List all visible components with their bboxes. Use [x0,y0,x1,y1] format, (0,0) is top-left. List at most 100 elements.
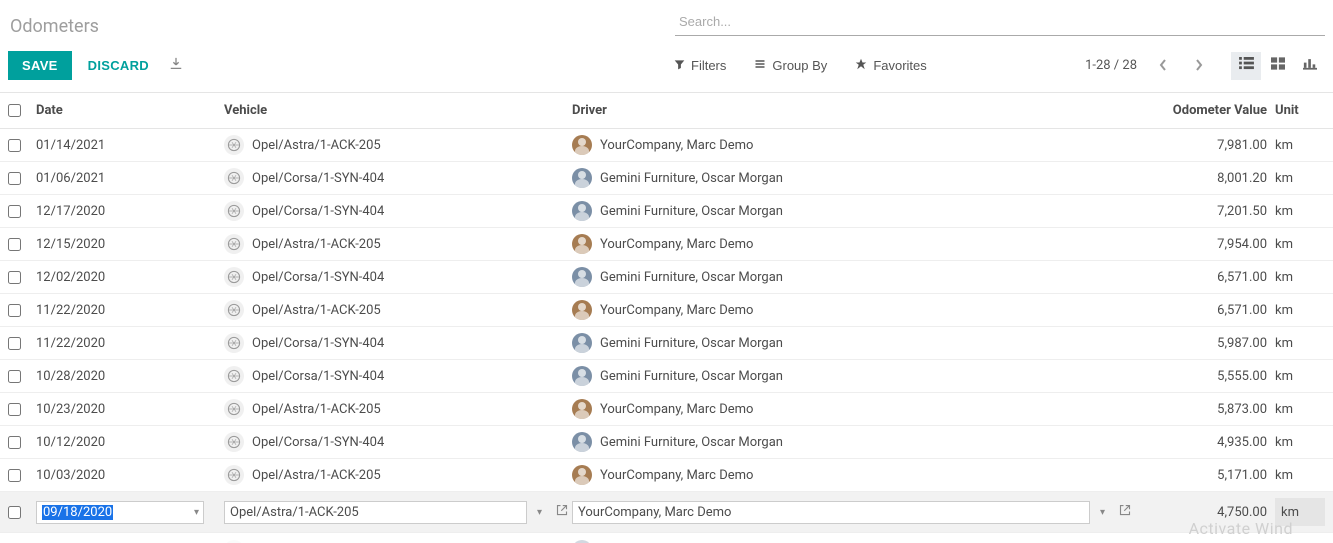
vehicle-name: Opel/Astra/1-ACK-205 [252,237,381,252]
odometer-value: 7,981.00 [1135,138,1275,153]
driver-name: Gemini Furniture, Oscar Morgan [600,369,783,384]
discard-button[interactable]: DISCARD [88,58,149,73]
row-checkbox[interactable] [8,172,21,185]
chevron-down-icon[interactable]: ▾ [533,507,546,518]
driver-name: Gemini Furniture, Oscar Morgan [600,435,783,450]
table-row[interactable]: 10/03/2020Opel/Astra/1-ACK-205YourCompan… [0,459,1333,492]
brand-icon [224,135,244,155]
table-row[interactable]: 10/28/2020 Opel/Corsa/1-SYN-404 Gemini Fur… [0,360,1333,393]
row-checkbox[interactable] [8,370,21,383]
odometer-value: 8,001.20 [1135,171,1275,186]
vehicle-name: Opel/Astra/1-ACK-205 [252,402,381,417]
row-checkbox[interactable] [8,436,21,449]
column-odometer[interactable]: Odometer Value [1135,103,1275,118]
odometer-value: 5,171.00 [1135,468,1275,483]
column-driver[interactable]: Driver [572,103,1135,118]
date-cell: 12/02/2020 [36,270,224,285]
prev-page-button[interactable] [1149,52,1177,80]
brand-icon [224,201,244,221]
row-checkbox[interactable] [8,271,21,284]
date-cell: 12/15/2020 [36,237,224,252]
table-row[interactable]: 10/12/2020Opel/Corsa/1-SYN-404Gemini Fur… [0,426,1333,459]
avatar [572,399,592,419]
driver-input[interactable]: YourCompany, Marc Demo [572,501,1090,524]
driver-name: Gemini Furniture, Oscar Morgan [600,336,783,351]
external-link-icon[interactable] [552,504,572,520]
unit-cell: km [1275,237,1325,252]
brand-icon [224,333,244,353]
date-cell: 10/03/2020 [36,468,224,483]
brand-icon [224,540,244,543]
unit-cell: km [1275,270,1325,285]
driver-name: YourCompany, Marc Demo [600,402,753,417]
list-view-button[interactable] [1231,52,1261,80]
next-page-button[interactable] [1185,52,1213,80]
odometer-value: 5,555.00 [1135,369,1275,384]
date-cell: 11/22/2020 [36,303,224,318]
row-checkbox[interactable] [8,403,21,416]
table-row[interactable]: 12/02/2020 Opel/Corsa/1-SYN-404 Gemini Fur… [0,261,1333,294]
odometer-value: 6,571.00 [1135,303,1275,318]
select-all-checkbox[interactable] [8,104,21,117]
list-icon [754,58,766,73]
date-input[interactable]: 09/18/2020 ▾ [36,501,204,524]
row-checkbox[interactable] [8,205,21,218]
download-icon [169,58,183,74]
table-row[interactable]: 12/15/2020Opel/Astra/1-ACK-205YourCompan… [0,228,1333,261]
brand-icon [224,300,244,320]
page-title: Odometers [8,8,99,37]
unit-cell: km [1275,369,1325,384]
column-date[interactable]: Date [36,103,224,118]
driver-name: YourCompany, Marc Demo [600,303,753,318]
unit-cell: km [1275,138,1325,153]
brand-icon [224,465,244,485]
row-checkbox[interactable] [8,304,21,317]
avatar [572,234,592,254]
search-input[interactable] [675,8,1325,36]
filters-label: Filters [691,58,726,73]
row-checkbox[interactable] [8,506,21,519]
brand-icon [224,399,244,419]
vehicle-input[interactable]: Opel/Astra/1-ACK-205 [224,501,527,524]
brand-icon [224,366,244,386]
table-row[interactable]: 01/14/2021Opel/Astra/1-ACK-205YourCompan… [0,129,1333,162]
row-checkbox[interactable] [8,238,21,251]
vehicle-name: Opel/Corsa/1-SYN-404 [252,369,384,384]
favorites-button[interactable]: Favorites [855,58,926,73]
driver-name: Gemini Furniture, Oscar Morgan [600,270,783,285]
row-checkbox[interactable] [8,139,21,152]
avatar [572,366,592,386]
table-row[interactable]: 10/23/2020Opel/Astra/1-ACK-205YourCompan… [0,393,1333,426]
external-link-icon[interactable] [1115,504,1135,520]
table-row-editing[interactable]: 09/18/2020 ▾ Opel/Astra/1-ACK-205 ▾ Your… [0,492,1333,533]
groupby-button[interactable]: Group By [754,58,827,73]
date-cell: 10/28/2020 [36,369,224,384]
chevron-down-icon[interactable]: ▾ [190,507,203,518]
table-row[interactable]: 11/22/2020Opel/Corsa/1-SYN-404Gemini Fur… [0,327,1333,360]
table-row[interactable]: 01/06/2021Opel/Corsa/1-SYN-404Gemini Fur… [0,162,1333,195]
chevron-down-icon[interactable]: ▾ [1096,507,1109,518]
filters-button[interactable]: Filters [674,58,726,73]
row-checkbox[interactable] [8,469,21,482]
row-checkbox[interactable] [8,337,21,350]
table-row[interactable]: 12/17/2020Opel/Corsa/1-SYN-404Gemini Fur… [0,195,1333,228]
column-unit[interactable]: Unit [1275,103,1325,118]
odometer-value[interactable]: 4,750.00 [1217,505,1267,520]
table-row[interactable]: 11/22/2020 Opel/Astra/1-ACK-205 YourCompan… [0,294,1333,327]
vehicle-name: Opel/Astra/1-ACK-205 [252,303,381,318]
column-vehicle[interactable]: Vehicle [224,103,572,118]
download-button[interactable] [165,57,187,74]
table-header: Date Vehicle Driver Odometer Value Unit [0,93,1333,129]
pager-text: 1-28 / 28 [1085,58,1137,73]
graph-view-button[interactable] [1295,52,1325,80]
brand-icon [224,234,244,254]
kanban-view-button[interactable] [1263,52,1293,80]
vehicle-name: Opel/Corsa/1-SYN-404 [252,270,384,285]
driver-name: YourCompany, Marc Demo [600,138,753,153]
vehicle-name: Opel/Astra/1-ACK-205 [252,468,381,483]
avatar [572,540,592,543]
save-button[interactable]: SAVE [8,51,72,80]
driver-name: Gemini Furniture, Oscar Morgan [600,204,783,219]
chevron-left-icon [1158,58,1168,74]
date-value: 09/18/2020 [42,505,113,520]
